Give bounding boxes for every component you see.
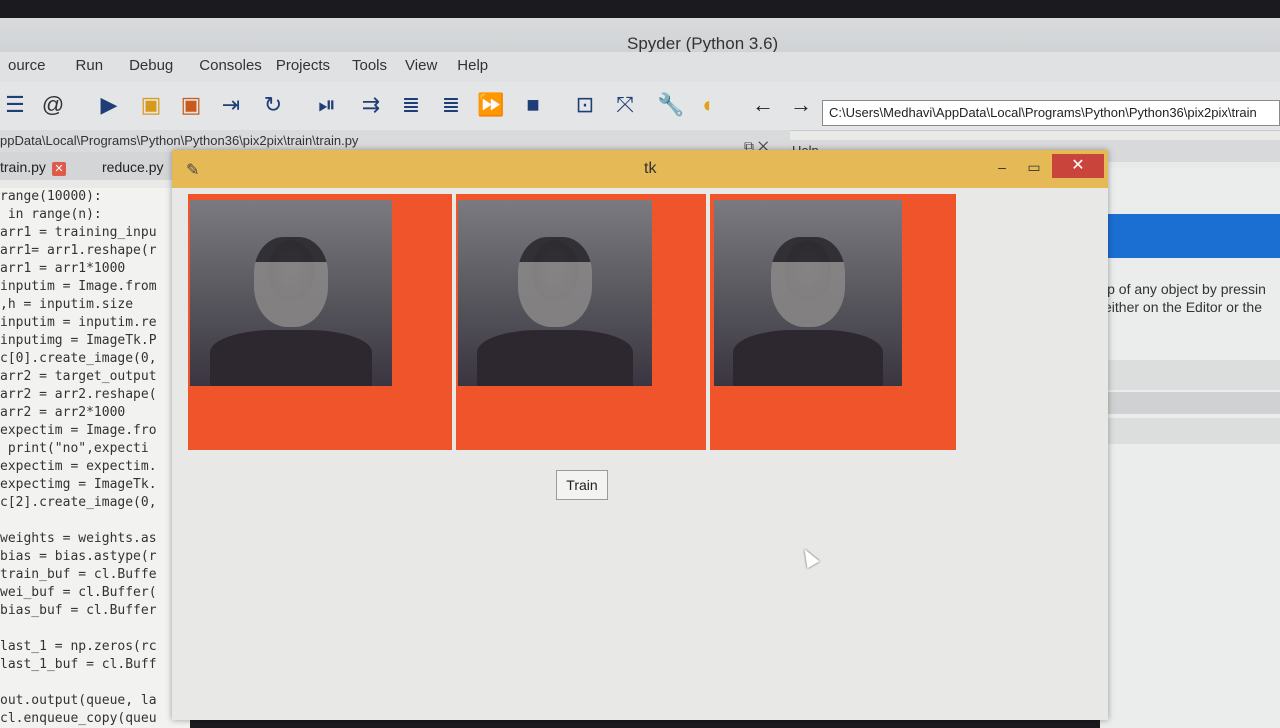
code-line: last_1_buf = cl.Buff	[0, 657, 157, 672]
menu-view[interactable]: View	[395, 52, 445, 82]
code-line: arr1 = training_inpu	[0, 225, 157, 240]
continue-icon[interactable]: ⏩	[477, 92, 504, 118]
output-canvas	[456, 194, 706, 450]
run-cell-icon[interactable]: ▣	[138, 92, 164, 118]
menu-consoles[interactable]: Consoles	[181, 52, 270, 82]
code-line: expectim = expectim.	[0, 459, 157, 474]
code-line: in range(n):	[0, 207, 102, 222]
code-line: last_1 = np.zeros(rc	[0, 639, 157, 654]
code-line: arr1 = arr1*1000	[0, 261, 126, 276]
code-line: bias_buf = cl.Buffer	[0, 603, 157, 618]
screen: Spyder (Python 3.6) ource Run Debug Cons…	[0, 18, 1280, 728]
menu-tools[interactable]: Tools	[338, 52, 395, 82]
input-canvas	[188, 194, 452, 450]
tk-titlebar[interactable]: ✎ tk – ▭ ✕	[172, 150, 1108, 188]
help-divider	[1100, 392, 1280, 414]
back-arrow-icon[interactable]: ←	[750, 92, 776, 118]
help-search-bar[interactable]	[1108, 214, 1280, 258]
expected-image	[714, 200, 902, 386]
menu-source[interactable]: ource	[0, 52, 54, 82]
menu-debug[interactable]: Debug	[111, 52, 181, 82]
code-line: train_buf = cl.Buffe	[0, 567, 157, 582]
run-icon[interactable]: ▶	[96, 92, 122, 118]
step-into-icon[interactable]: ≣	[398, 92, 424, 118]
debug-icon[interactable]: ⏯	[314, 92, 340, 118]
code-line: range(10000):	[0, 189, 102, 204]
code-line: inputim = Image.from	[0, 279, 157, 294]
input-image	[190, 200, 392, 386]
list-icon[interactable]: ☰	[2, 92, 28, 118]
run-selection-icon[interactable]: ⇥	[218, 92, 244, 118]
help-divider	[1100, 418, 1280, 444]
step-return-icon[interactable]: ≣	[438, 92, 464, 118]
body-shape	[477, 330, 633, 386]
help-pane: lp of any object by pressin either on th…	[1100, 168, 1280, 728]
tab-train-py[interactable]: train.py ✕	[0, 154, 66, 180]
code-editor[interactable]: range(10000): in range(n): arr1 = trainin…	[0, 188, 190, 728]
at-icon[interactable]: @	[40, 92, 66, 118]
spyder-title: Spyder (Python 3.6)	[627, 34, 779, 53]
stop-icon[interactable]: ■	[520, 92, 546, 118]
code-line: wei_buf = cl.Buffer(	[0, 585, 157, 600]
close-icon[interactable]: ✕	[51, 162, 66, 176]
step-icon[interactable]: ⇉	[358, 92, 384, 118]
code-line: weights = weights.as	[0, 531, 157, 546]
fullscreen-icon[interactable]: ⤧	[612, 92, 638, 118]
menu-projects[interactable]: Projects	[270, 52, 338, 82]
code-line: arr2 = arr2*1000	[0, 405, 126, 420]
body-shape	[732, 330, 884, 386]
maximize-pane-icon[interactable]: ⊡	[572, 92, 598, 118]
code-line: arr2 = arr2.reshape(	[0, 387, 157, 402]
tk-window: ✎ tk – ▭ ✕ Train	[172, 150, 1108, 720]
python-icon[interactable]: ◐	[696, 92, 722, 118]
code-line: arr1= arr1.reshape(r	[0, 243, 157, 258]
train-button[interactable]: Train	[556, 470, 608, 500]
working-directory-input[interactable]: C:\Users\Medhavi\AppData\Local\Programs\…	[822, 100, 1280, 126]
code-line: expectim = Image.fro	[0, 423, 157, 438]
body-shape	[210, 330, 372, 386]
menu-run[interactable]: Run	[54, 52, 112, 82]
code-line: ,h = inputim.size	[0, 297, 134, 312]
face-shape	[771, 237, 845, 328]
code-line: out.output(queue, la	[0, 693, 157, 708]
menu-help[interactable]: Help	[445, 52, 496, 82]
maximize-icon[interactable]: ▭	[1020, 156, 1048, 178]
feather-icon: ✎	[186, 162, 200, 179]
face-shape	[254, 237, 328, 328]
code-line: print("no",expecti	[0, 441, 149, 456]
tab-reduce-py[interactable]: reduce.py	[102, 154, 163, 180]
code-line: c[0].create_image(0,	[0, 351, 157, 366]
editor-tabbar: train.py ✕ reduce.py	[0, 152, 190, 180]
tk-title: tk	[644, 160, 657, 177]
help-text: lp of any object by pressin either on th…	[1104, 281, 1266, 315]
code-line: inputimg = ImageTk.P	[0, 333, 157, 348]
code-line: c[2].create_image(0,	[0, 495, 157, 510]
spyder-menubar: ource Run Debug Consoles Projects Tools …	[0, 52, 1280, 82]
code-line: inputim = inputim.re	[0, 315, 157, 330]
expected-canvas	[710, 194, 956, 450]
code-line: bias = bias.astype(r	[0, 549, 157, 564]
tab-reduce-py-label: reduce.py	[102, 159, 164, 175]
close-icon[interactable]: ✕	[1052, 154, 1104, 178]
face-shape	[518, 237, 592, 328]
help-divider	[1100, 360, 1280, 390]
rerun-icon[interactable]: ↻	[260, 92, 286, 118]
code-line: expectimg = ImageTk.	[0, 477, 157, 492]
run-cell-advance-icon[interactable]: ▣	[178, 92, 204, 118]
output-image	[458, 200, 652, 386]
code-line: cl.enqueue_copy(queu	[0, 711, 157, 726]
minimize-icon[interactable]: –	[988, 156, 1016, 178]
file-path-label: ppData\Local\Programs\Python\Python36\pi…	[0, 130, 790, 152]
code-line: arr2 = target_output	[0, 369, 157, 384]
tab-train-py-label: train.py	[0, 159, 46, 175]
wrench-icon[interactable]: 🔧	[657, 92, 684, 118]
forward-arrow-icon[interactable]: →	[788, 92, 814, 118]
